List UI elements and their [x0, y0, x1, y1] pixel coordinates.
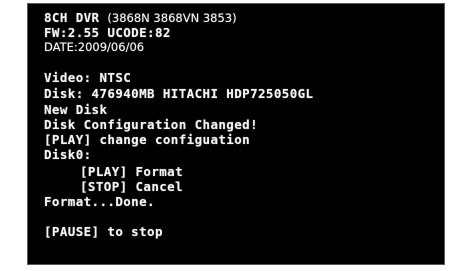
- new-disk-message: New Disk: [44, 102, 108, 117]
- change-config-option[interactable]: [PLAY] change configuation: [44, 132, 250, 147]
- disk0-label: Disk0:: [44, 147, 92, 162]
- cancel-option[interactable]: [STOP] Cancel: [80, 179, 183, 194]
- firmware-date: DATE:2009/06/06: [44, 40, 145, 54]
- firmware-info: FW:2.55 UCODE:82: [44, 25, 171, 40]
- format-option[interactable]: [PLAY] Format: [80, 164, 183, 179]
- dvr-model: 8CH DVR: [44, 10, 100, 25]
- dvr-boot-screen: 8CH DVR (3868N 3868VN 3853) FW:2.55 UCOD…: [27, 3, 445, 265]
- video-standard: Video: NTSC: [44, 70, 132, 85]
- dvr-model-line: 8CH DVR (3868N 3868VN 3853): [44, 10, 237, 26]
- pause-stop-hint[interactable]: [PAUSE] to stop: [44, 224, 163, 239]
- format-done-message: Format...Done.: [44, 194, 155, 209]
- config-changed-message: Disk Configuration Changed!: [44, 117, 258, 132]
- disk-info: Disk: 476940MB HITACHI HDP725050GL: [44, 86, 314, 101]
- dvr-model-variants: (3868N 3868VN 3853): [107, 11, 237, 25]
